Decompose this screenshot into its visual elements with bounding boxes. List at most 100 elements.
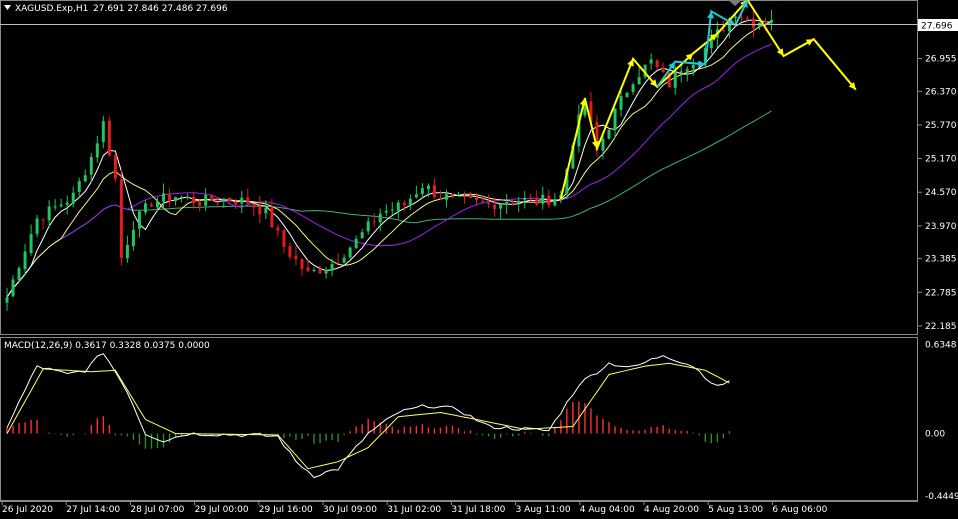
candle-body: [53, 206, 57, 208]
candle-body: [438, 197, 442, 199]
candle-body: [162, 193, 166, 202]
time-tick-label: 5 Aug 13:00: [708, 505, 763, 515]
candle-body: [547, 195, 551, 206]
candle-body: [77, 181, 81, 192]
candle-body: [511, 201, 515, 203]
candle-body: [685, 69, 689, 73]
candle-body: [11, 279, 15, 297]
candle-body: [324, 269, 328, 274]
candle-body: [601, 138, 605, 151]
candle-body: [149, 204, 153, 207]
candle-body: [505, 202, 509, 205]
price-tick-label: 24.570: [925, 188, 957, 198]
candle-body: [691, 64, 695, 69]
candle-body: [294, 255, 298, 260]
time-tick-label: 27 Jul 14:00: [66, 505, 120, 515]
candle-body: [745, 18, 749, 20]
candle-body: [41, 219, 45, 221]
candle-body: [228, 197, 232, 202]
candle-body: [721, 29, 725, 31]
candle-body: [210, 195, 214, 202]
candle-body: [107, 120, 111, 156]
candle-body: [475, 197, 479, 201]
candle-body: [770, 19, 774, 23]
time-tick-label: 28 Jul 07:00: [130, 505, 184, 515]
candle-body: [101, 121, 105, 143]
candle-body: [276, 227, 280, 231]
price-tick-label: 26.370: [925, 87, 957, 97]
candle-body: [252, 203, 256, 208]
candle-body: [95, 143, 99, 158]
candle-body: [216, 202, 220, 204]
candle-body: [360, 232, 364, 239]
candle-body: [396, 202, 400, 211]
candle-body: [83, 175, 87, 182]
candle-body: [450, 194, 454, 196]
candle-body: [649, 59, 653, 64]
time-tick-label: 3 Aug 11:00: [516, 505, 571, 515]
candle-body: [186, 196, 190, 198]
candle-body: [288, 246, 292, 257]
candle-body: [535, 198, 539, 205]
candle-body: [348, 247, 352, 258]
candle-body: [661, 67, 665, 73]
candle-body: [29, 234, 33, 254]
candle-body: [204, 195, 208, 206]
time-tick-label: 30 Jul 09:00: [323, 505, 377, 515]
candle-body: [192, 196, 196, 204]
candle-body: [330, 264, 334, 271]
candle-body: [625, 92, 629, 98]
candle-body: [71, 192, 75, 204]
candle-body: [306, 267, 310, 272]
current-price-label: 27.696: [921, 22, 953, 32]
candle-body: [156, 201, 159, 208]
time-tick-label: 4 Aug 20:00: [644, 505, 699, 515]
candle-body: [35, 218, 39, 234]
trading-chart[interactable]: 27.55526.95526.37025.77025.17024.57023.9…: [0, 0, 958, 519]
candle-body: [258, 206, 262, 215]
candle-body: [444, 194, 448, 200]
price-tick-label: 25.770: [925, 121, 957, 131]
candle-body: [764, 21, 768, 23]
symbol-title: XAGUSD.Exp,H1: [15, 4, 88, 14]
candle-body: [408, 198, 412, 206]
candle-body: [517, 200, 521, 203]
macd-tick-label: -0.4449: [925, 492, 958, 502]
time-tick-label: 29 Jul 16:00: [259, 505, 313, 515]
time-tick-label: 29 Jul 00:00: [195, 505, 249, 515]
macd-tick-label: 0.00: [925, 430, 945, 440]
candle-body: [384, 210, 388, 213]
price-tick-label: 22.185: [925, 322, 957, 332]
candle-body: [174, 197, 178, 202]
candle-body: [137, 211, 141, 229]
time-tick-label: 26 Jul 2020: [2, 505, 53, 515]
price-tick-label: 26.955: [925, 55, 957, 65]
candle-body: [655, 60, 659, 68]
candle-body: [426, 185, 430, 190]
price-tick-label: 23.970: [925, 222, 957, 232]
candle-body: [125, 244, 129, 259]
candle-body: [366, 221, 370, 232]
candle-body: [751, 18, 755, 28]
candle-body: [59, 204, 63, 207]
candle-body: [432, 185, 436, 197]
candle-body: [168, 194, 172, 202]
candle-body: [631, 84, 635, 92]
candle-body: [318, 268, 322, 274]
price-tick-label: 23.385: [925, 255, 957, 265]
candle-body: [234, 201, 238, 205]
candle-body: [613, 108, 617, 131]
candle-body: [5, 297, 9, 303]
candle-body: [131, 229, 135, 247]
candle-body: [529, 197, 533, 199]
candle-body: [607, 129, 611, 139]
candle-body: [240, 197, 244, 204]
candle-body: [553, 199, 557, 206]
candle-body: [336, 262, 340, 264]
candle-body: [143, 203, 147, 213]
candle-body: [119, 179, 123, 258]
candle-body: [65, 202, 69, 205]
macd-title: MACD(12,26,9) 0.3617 0.3328 0.0375 0.000…: [4, 341, 210, 351]
candle-body: [457, 194, 460, 196]
candle-body: [481, 201, 485, 203]
